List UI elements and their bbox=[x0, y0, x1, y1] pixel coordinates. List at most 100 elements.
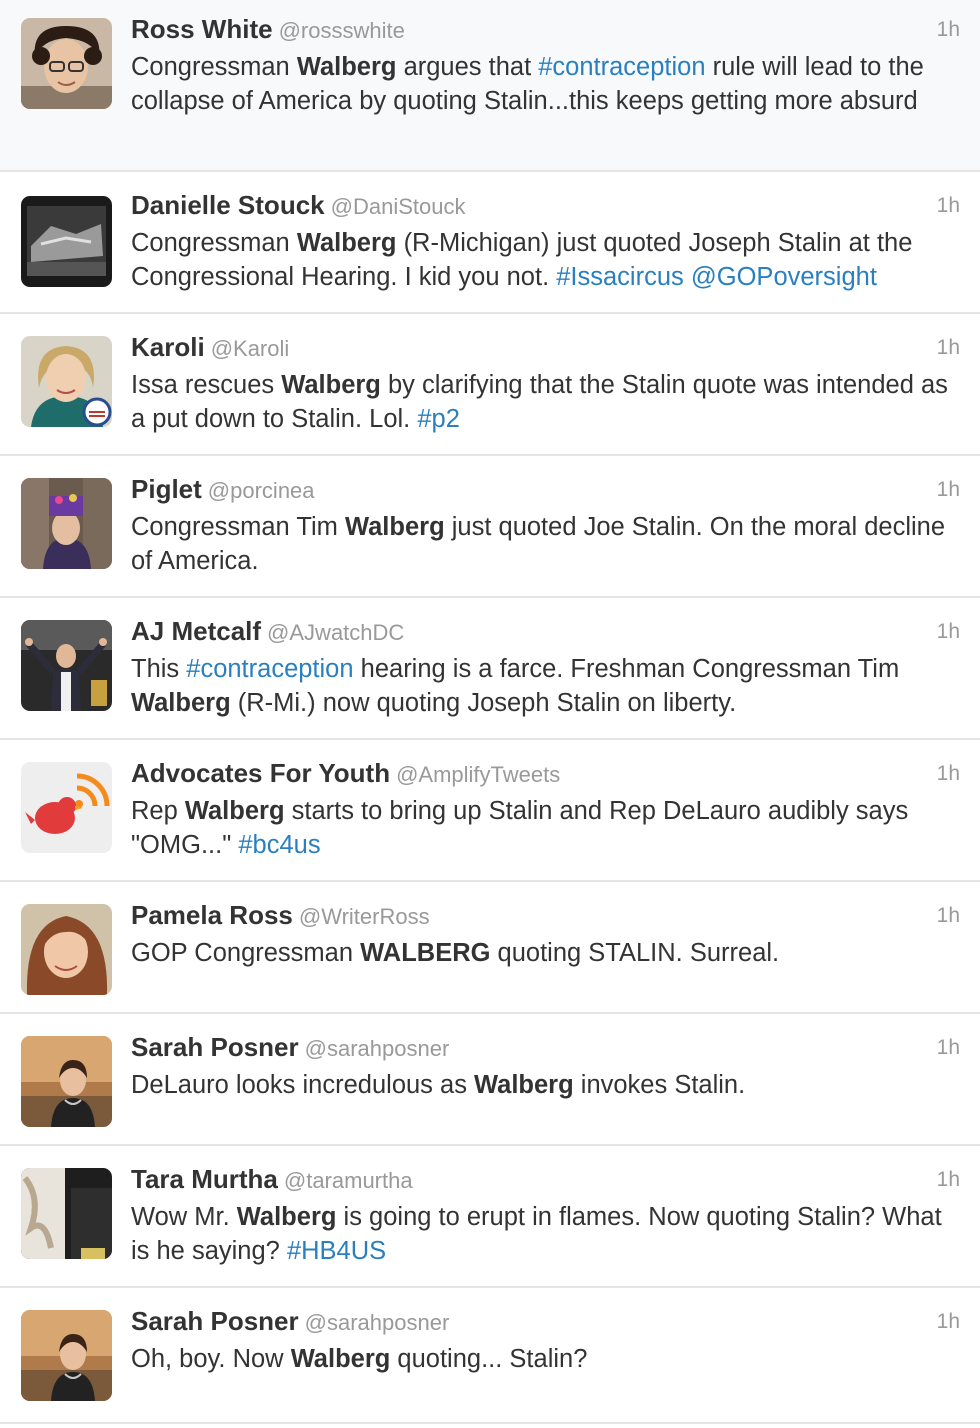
timestamp[interactable]: 1h bbox=[937, 762, 960, 786]
tweet-item[interactable]: Karoli @Karoli 1h Issa rescues Walberg by… bbox=[0, 314, 980, 456]
tweet-text: Wow Mr. Walberg is going to erupt in fla… bbox=[131, 1200, 960, 1268]
hashtag-link[interactable]: #bc4us bbox=[238, 831, 320, 859]
display-name[interactable]: Pamela Ross bbox=[131, 900, 293, 930]
tweet-item[interactable]: Piglet @porcinea 1h Congressman Tim Walbe… bbox=[0, 456, 980, 598]
tweet-header: Advocates For Youth @AmplifyTweets 1h bbox=[131, 758, 960, 792]
display-name[interactable]: Tara Murtha bbox=[131, 1164, 278, 1194]
mention-name: Walberg bbox=[296, 53, 397, 81]
hashtag-link[interactable]: #p2 bbox=[417, 405, 460, 433]
tweet-text-segment: Congressman Tim bbox=[131, 513, 345, 541]
timestamp[interactable]: 1h bbox=[937, 1168, 960, 1192]
user-mention-link[interactable]: @GOPoversight bbox=[691, 263, 877, 291]
tweet-item[interactable]: Tara Murtha @taramurtha 1h Wow Mr. Walber… bbox=[0, 1146, 980, 1288]
user-avatar[interactable] bbox=[21, 1036, 112, 1127]
tweet-text-segment: Congressman bbox=[131, 53, 297, 81]
hashtag-link[interactable]: #contraception bbox=[186, 655, 353, 683]
user-avatar[interactable] bbox=[21, 762, 112, 853]
user-avatar[interactable] bbox=[21, 1168, 112, 1259]
hashtag-link[interactable]: #HB4US bbox=[287, 1237, 386, 1265]
tweet-text-segment: invokes Stalin. bbox=[573, 1071, 746, 1099]
tweet-header: Karoli @Karoli 1h bbox=[131, 332, 960, 366]
timestamp[interactable]: 1h bbox=[937, 194, 960, 218]
avatar-image bbox=[21, 336, 112, 427]
hashtag-link[interactable]: #contraception bbox=[538, 53, 705, 81]
user-avatar[interactable] bbox=[21, 478, 112, 569]
display-name[interactable]: AJ Metcalf bbox=[131, 616, 261, 646]
avatar-image bbox=[21, 1310, 112, 1401]
tweet-text-segment: argues that bbox=[396, 53, 539, 81]
timestamp[interactable]: 1h bbox=[937, 1310, 960, 1334]
user-handle[interactable]: @taramurtha bbox=[284, 1168, 413, 1193]
user-handle[interactable]: @sarahposner bbox=[305, 1310, 450, 1335]
avatar-image bbox=[21, 904, 112, 995]
mention-name: Walberg bbox=[281, 371, 381, 399]
tweet-header: AJ Metcalf @AJwatchDC 1h bbox=[131, 616, 960, 650]
user-avatar[interactable] bbox=[21, 620, 112, 711]
mention-name: Walberg bbox=[131, 689, 231, 717]
user-handle[interactable]: @rossswhite bbox=[279, 18, 405, 43]
display-name[interactable]: Danielle Stouck bbox=[131, 190, 325, 220]
user-avatar[interactable] bbox=[21, 904, 112, 995]
tweet-item[interactable]: AJ Metcalf @AJwatchDC 1h This #contracept… bbox=[0, 598, 980, 740]
display-name[interactable]: Piglet bbox=[131, 474, 202, 504]
display-name[interactable]: Advocates For Youth bbox=[131, 758, 390, 788]
tweet-text: Congressman Walberg (R-Michigan) just qu… bbox=[131, 226, 960, 294]
tweet-header: Ross White @rossswhite 1h bbox=[131, 14, 960, 48]
hashtag-link[interactable]: #Issacircus bbox=[556, 263, 684, 291]
tweet-text: GOP Congressman WALBERG quoting STALIN. … bbox=[131, 936, 960, 970]
user-handle[interactable]: @DaniStouck bbox=[331, 194, 466, 219]
avatar-image bbox=[21, 18, 112, 109]
avatar-image bbox=[21, 762, 112, 853]
tweet-text-segment: quoting... Stalin? bbox=[390, 1345, 588, 1373]
tweet-text: Rep Walberg starts to bring up Stalin an… bbox=[131, 794, 960, 862]
timestamp[interactable]: 1h bbox=[937, 904, 960, 928]
user-handle[interactable]: @AJwatchDC bbox=[267, 620, 404, 645]
tweet-item[interactable]: Pamela Ross @WriterRoss 1h GOP Congressma… bbox=[0, 882, 980, 1014]
user-handle[interactable]: @Karoli bbox=[211, 336, 290, 361]
user-avatar[interactable] bbox=[21, 336, 112, 427]
user-handle[interactable]: @porcinea bbox=[208, 478, 315, 503]
tweet-header: Danielle Stouck @DaniStouck 1h bbox=[131, 190, 960, 224]
mention-name: Walberg bbox=[296, 229, 397, 257]
display-name[interactable]: Ross White bbox=[131, 14, 273, 44]
tweet-item[interactable]: Danielle Stouck @DaniStouck 1h Congressma… bbox=[0, 172, 980, 314]
user-avatar[interactable] bbox=[21, 196, 112, 287]
mention-name: Walberg bbox=[236, 1203, 337, 1231]
tweet-text: Congressman Tim Walberg just quoted Joe … bbox=[131, 510, 960, 578]
timestamp[interactable]: 1h bbox=[937, 336, 960, 360]
avatar-image bbox=[21, 196, 112, 287]
user-handle[interactable]: @WriterRoss bbox=[299, 904, 430, 929]
user-avatar[interactable] bbox=[21, 18, 112, 109]
tweet-text-segment: Rep bbox=[131, 797, 185, 825]
tweet-text-segment: DeLauro looks incredulous as bbox=[131, 1071, 475, 1099]
mention-name: Walberg bbox=[184, 797, 285, 825]
tweet-text: Oh, boy. Now Walberg quoting... Stalin? bbox=[131, 1342, 960, 1376]
tweet-text-segment: This bbox=[131, 655, 187, 683]
tweet-text-segment: quoting STALIN. Surreal. bbox=[490, 939, 780, 967]
tweet-item[interactable]: Sarah Posner @sarahposner 1h DeLauro look… bbox=[0, 1014, 980, 1146]
tweet-text: This #contraception hearing is a farce. … bbox=[131, 652, 960, 720]
display-name[interactable]: Karoli bbox=[131, 332, 205, 362]
tweet-text-segment: Wow Mr. bbox=[131, 1203, 237, 1231]
tweet-header: Piglet @porcinea 1h bbox=[131, 474, 960, 508]
tweet-item[interactable]: Ross White @rossswhite 1h Congressman Wal… bbox=[0, 0, 980, 172]
timestamp[interactable]: 1h bbox=[937, 620, 960, 644]
user-handle[interactable]: @sarahposner bbox=[305, 1036, 450, 1061]
mention-name: Walberg bbox=[290, 1345, 391, 1373]
tweet-timeline: Ross White @rossswhite 1h Congressman Wal… bbox=[0, 0, 980, 1428]
avatar-image bbox=[21, 1168, 112, 1259]
display-name[interactable]: Sarah Posner bbox=[131, 1032, 299, 1062]
tweet-header: Tara Murtha @taramurtha 1h bbox=[131, 1164, 960, 1198]
display-name[interactable]: Sarah Posner bbox=[131, 1306, 299, 1336]
avatar-image bbox=[21, 478, 112, 569]
user-handle[interactable]: @AmplifyTweets bbox=[396, 762, 560, 787]
timestamp[interactable]: 1h bbox=[937, 478, 960, 502]
timestamp[interactable]: 1h bbox=[937, 18, 960, 42]
user-avatar[interactable] bbox=[21, 1310, 112, 1401]
mention-name: Walberg bbox=[474, 1071, 574, 1099]
timestamp[interactable]: 1h bbox=[937, 1036, 960, 1060]
tweet-item[interactable]: Sarah Posner @sarahposner 1h Oh, boy. Now… bbox=[0, 1288, 980, 1424]
tweet-text: DeLauro looks incredulous as Walberg inv… bbox=[131, 1068, 960, 1102]
tweet-item[interactable]: Advocates For Youth @AmplifyTweets 1h Rep… bbox=[0, 740, 980, 882]
avatar-image bbox=[21, 1036, 112, 1127]
